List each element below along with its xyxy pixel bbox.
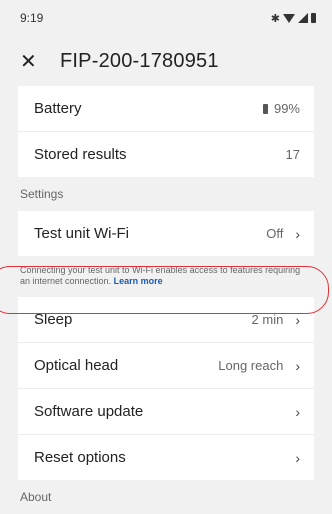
page-title: FIP-200-1780951 <box>60 49 219 72</box>
optical-head-label: Optical head <box>34 357 119 374</box>
settings-section-label: Settings <box>20 187 64 201</box>
status-bar: 9:19 ✱ <box>0 0 332 36</box>
battery-level-icon <box>262 103 268 114</box>
test-unit-wifi-value: Off › <box>266 226 300 242</box>
optical-head-value: Long reach › <box>218 358 300 374</box>
battery-percent: 99% <box>273 101 300 116</box>
chevron-right-icon: › <box>295 449 300 466</box>
stored-results-row: Stored results 17 <box>18 132 314 177</box>
software-update-row[interactable]: Software update › <box>18 389 314 435</box>
status-icons: ✱ <box>271 12 316 25</box>
settings-card: Sleep 2 min › Optical head Long reach › … <box>18 297 314 480</box>
reset-options-value: › <box>289 450 300 466</box>
wifi-card: Test unit Wi-Fi Off › <box>18 211 314 256</box>
sleep-row[interactable]: Sleep 2 min › <box>18 297 314 343</box>
sleep-duration: 2 min <box>251 312 284 327</box>
learn-more-link[interactable]: Learn more <box>114 276 163 286</box>
close-icon[interactable]: ✕ <box>20 49 48 74</box>
stored-results-value: 17 <box>285 147 300 162</box>
optical-head-row[interactable]: Optical head Long reach › <box>18 343 314 389</box>
app-bar: ✕ FIP-200-1780951 <box>0 36 332 86</box>
sleep-value: 2 min › <box>252 312 300 328</box>
battery-value: 99% <box>262 101 300 116</box>
test-unit-wifi-status: Off <box>266 226 284 241</box>
chevron-right-icon: › <box>295 403 300 420</box>
bluetooth-icon: ✱ <box>270 12 280 25</box>
reset-options-label: Reset options <box>34 449 126 466</box>
battery-label: Battery <box>34 100 82 117</box>
sleep-label: Sleep <box>34 311 73 328</box>
reset-options-row[interactable]: Reset options › <box>18 435 314 480</box>
chevron-right-icon: › <box>295 311 300 328</box>
status-time: 9:19 <box>20 11 44 25</box>
chevron-right-icon: › <box>295 225 300 242</box>
test-unit-wifi-row[interactable]: Test unit Wi-Fi Off › <box>18 211 314 256</box>
test-unit-wifi-label: Test unit Wi-Fi <box>34 225 130 242</box>
wifi-helper-text: Connecting your test unit to Wi-Fi enabl… <box>0 256 332 297</box>
wifi-icon <box>283 13 295 23</box>
battery-row: Battery 99% <box>18 86 314 132</box>
stored-results-label: Stored results <box>34 146 127 163</box>
software-update-label: Software update <box>34 403 144 420</box>
about-section-label: About <box>20 490 52 504</box>
info-card: Battery 99% Stored results 17 <box>18 86 314 177</box>
chevron-right-icon: › <box>295 357 300 374</box>
software-update-value: › <box>289 404 300 420</box>
optical-head-type: Long reach <box>218 358 284 373</box>
battery-icon <box>311 13 316 23</box>
signal-icon <box>298 13 308 23</box>
